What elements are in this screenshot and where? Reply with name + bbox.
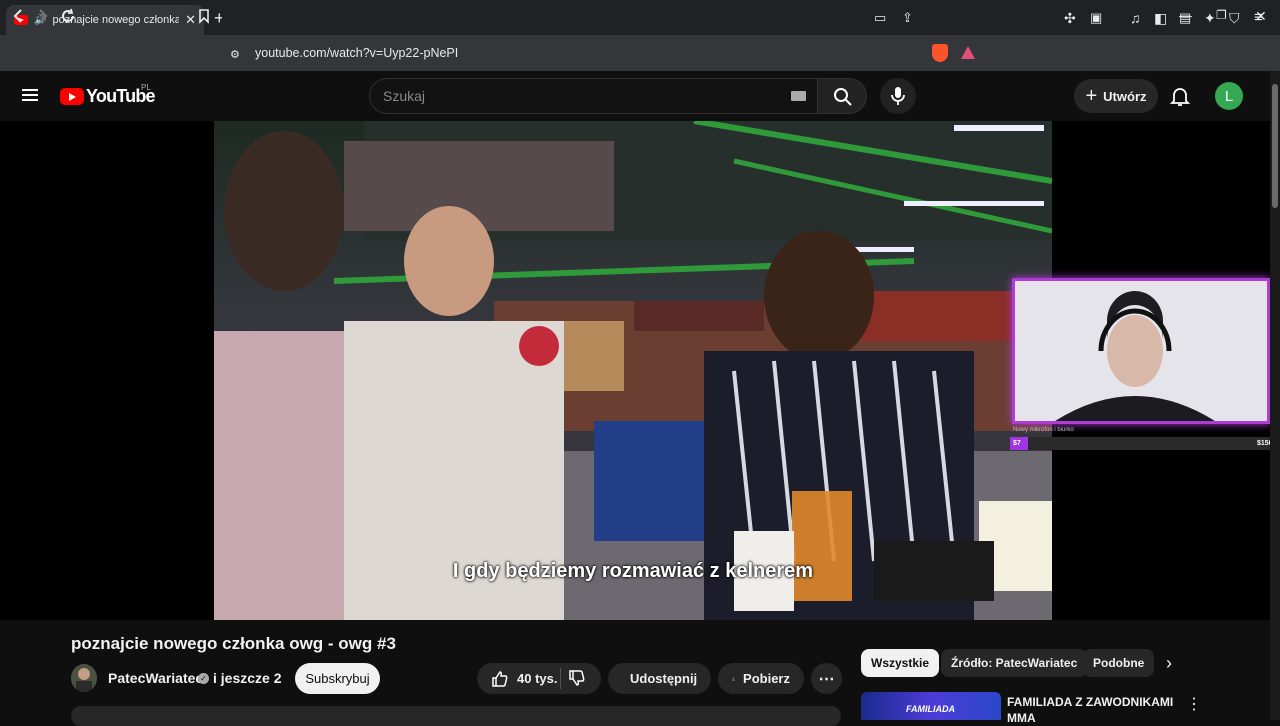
media-icon[interactable]: ♫ bbox=[1130, 8, 1141, 28]
sidebar-toggle-icon[interactable]: ◧ bbox=[1154, 8, 1167, 28]
share-button[interactable]: Udostępnij bbox=[608, 663, 711, 694]
plus-icon: + bbox=[1085, 85, 1098, 107]
collaborators-link[interactable]: i jeszcze 2 bbox=[213, 670, 282, 686]
donation-goal-current: $7 bbox=[1013, 440, 1021, 447]
more-horizontal-icon: ⋯ bbox=[818, 670, 835, 688]
address-bar[interactable] bbox=[222, 5, 984, 32]
streamer-webcam-image bbox=[1015, 281, 1267, 421]
browser-tab[interactable]: 🔊 poznajcie nowego członka ow ✕ bbox=[6, 5, 204, 35]
download-label: Pobierz bbox=[743, 671, 790, 686]
video-player[interactable] bbox=[214, 121, 1052, 620]
maximize-icon[interactable]: ❐ bbox=[1216, 8, 1227, 22]
channel-avatar[interactable] bbox=[71, 664, 97, 692]
search-icon bbox=[834, 88, 852, 106]
channel-name[interactable]: PatecWariatec bbox=[108, 670, 203, 686]
extensions-icon[interactable]: ✣ bbox=[1064, 8, 1076, 28]
leo-ai-icon[interactable]: ✦ bbox=[1204, 8, 1216, 28]
chip-all[interactable]: Wszystkie bbox=[861, 649, 940, 677]
video-subtitle: I gdy będziemy rozmawiać z kelnerem bbox=[452, 560, 814, 582]
search-button[interactable] bbox=[817, 78, 867, 114]
more-actions-button[interactable]: ⋯ bbox=[811, 663, 842, 694]
brave-rewards-icon[interactable] bbox=[961, 46, 975, 59]
like-button[interactable]: 40 tys. bbox=[491, 670, 557, 688]
like-divider bbox=[560, 668, 561, 689]
guide-menu-icon[interactable] bbox=[22, 89, 38, 101]
like-count: 40 tys. bbox=[517, 671, 558, 686]
share-page-icon[interactable]: ⇪ bbox=[902, 8, 913, 28]
region-code: PL bbox=[141, 83, 151, 92]
thumbs-down-icon bbox=[569, 670, 585, 686]
recommendation-title[interactable]: FAMILIADA Z ZAWODNIKAMI MMA bbox=[1007, 694, 1177, 726]
wallet-icon[interactable]: ▤ bbox=[1179, 8, 1191, 28]
thumbnail-text: FAMILIADA bbox=[906, 704, 955, 714]
create-button[interactable]: + Utwórz bbox=[1074, 79, 1158, 113]
voice-search-button[interactable] bbox=[880, 78, 916, 114]
youtube-logo-icon[interactable] bbox=[60, 88, 84, 105]
keyboard-icon[interactable] bbox=[791, 91, 806, 101]
notifications-bell-icon[interactable] bbox=[1169, 85, 1191, 112]
verified-badge-icon: ✓ bbox=[198, 673, 209, 684]
browser-menu-icon[interactable]: ≡ bbox=[1254, 8, 1263, 28]
browser-toolbar bbox=[0, 35, 1280, 71]
account-avatar[interactable]: L bbox=[1215, 82, 1243, 110]
tab-close-icon[interactable]: ✕ bbox=[185, 12, 196, 28]
vpn-icon[interactable]: ⛉ bbox=[1229, 8, 1240, 28]
share-label: Udostępnij bbox=[630, 671, 698, 686]
donation-goal-bar bbox=[1010, 437, 1278, 450]
video-title: poznajcie nowego członka owg - owg #3 bbox=[71, 634, 396, 653]
subscribe-button[interactable]: Subskrybuj bbox=[295, 663, 380, 694]
site-info-icon[interactable]: ⚙ bbox=[230, 45, 240, 65]
donation-goal-label: Nowy mikrofon i biurko bbox=[1013, 427, 1074, 433]
search-placeholder: Szukaj bbox=[383, 88, 426, 104]
dislike-button[interactable] bbox=[568, 669, 586, 692]
search-input[interactable] bbox=[369, 78, 817, 114]
microphone-icon bbox=[891, 87, 905, 105]
forward-icon[interactable] bbox=[37, 8, 49, 30]
bookmark-icon[interactable] bbox=[198, 8, 210, 30]
chip-from-channel[interactable]: Źródło: PatecWariatec bbox=[941, 649, 1088, 677]
video-frame-image bbox=[214, 121, 1052, 620]
chevron-right-icon[interactable]: › bbox=[1166, 653, 1172, 674]
create-label: Utwórz bbox=[1103, 88, 1147, 104]
thumbs-up-icon bbox=[492, 670, 508, 687]
brave-shields-icon[interactable] bbox=[932, 44, 948, 62]
screenshot-icon[interactable]: ▣ bbox=[1090, 8, 1102, 28]
back-icon[interactable] bbox=[12, 8, 24, 30]
download-button[interactable]: Pobierz bbox=[718, 663, 804, 694]
more-vertical-icon[interactable]: ⋮ bbox=[1186, 694, 1202, 714]
description-box[interactable] bbox=[71, 706, 841, 726]
download-icon bbox=[732, 676, 735, 680]
cast-icon[interactable]: ▭ bbox=[874, 8, 886, 28]
webcam-overlay bbox=[1012, 278, 1270, 424]
reload-icon[interactable] bbox=[60, 8, 76, 30]
chip-related[interactable]: Podobne bbox=[1083, 649, 1155, 677]
url-text: youtube.com/watch?v=Uyp22-pNePI bbox=[255, 46, 459, 60]
scrollbar-thumb[interactable] bbox=[1272, 84, 1278, 208]
